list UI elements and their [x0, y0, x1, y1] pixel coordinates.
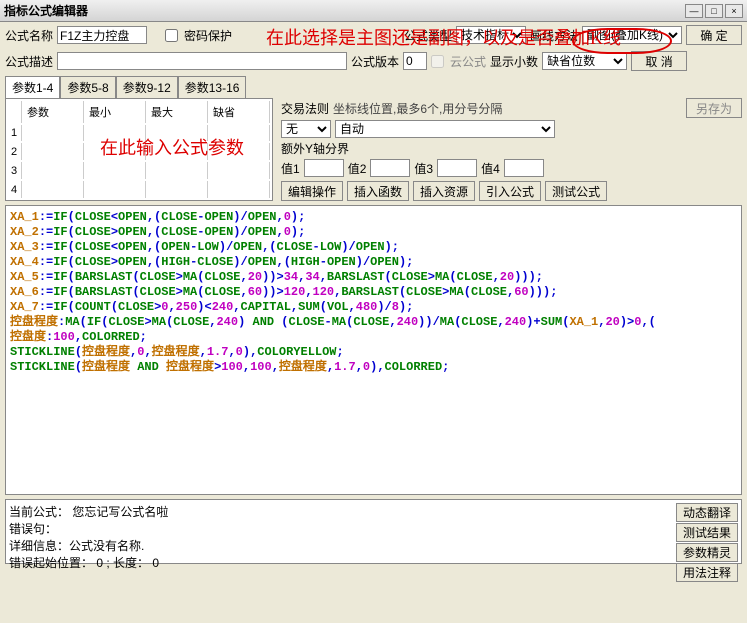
code-editor[interactable]: XA_1:=IF(CLOSE<OPEN,(CLOSE-OPEN)/OPEN,0)…	[5, 205, 742, 495]
param-header-row: 参数 最小 最大 缺省	[8, 101, 270, 123]
tab-params-9-12[interactable]: 参数9-12	[116, 76, 178, 98]
cloud-label: 云公式	[450, 53, 486, 70]
mode-label: 画线方法	[530, 27, 578, 44]
status-buttons: 动态翻译 测试结果 参数精灵 用法注释	[676, 503, 738, 560]
insert-res-button[interactable]: 插入资源	[413, 181, 475, 201]
cancel-button[interactable]: 取 消	[631, 51, 687, 71]
v4-input[interactable]	[504, 159, 544, 177]
coord2-select[interactable]: 自动	[335, 120, 555, 138]
ok-button[interactable]: 确 定	[686, 25, 742, 45]
v1-input[interactable]	[304, 159, 344, 177]
v4-label: 值4	[481, 160, 500, 177]
test-formula-button[interactable]: 测试公式	[545, 181, 607, 201]
param-table: 参数 最小 最大 缺省 1 2 3 4	[5, 98, 273, 201]
pwd-label: 密码保护	[184, 27, 232, 44]
hdr-default: 缺省	[210, 101, 270, 123]
param-row[interactable]: 2	[8, 143, 270, 160]
dec-label: 显示小数	[490, 53, 538, 70]
rule-hint: 坐标线位置,最多6个,用分号分隔	[333, 100, 502, 117]
maximize-icon[interactable]: □	[705, 4, 723, 18]
v2-label: 值2	[348, 160, 367, 177]
dyn-translate-button[interactable]: 动态翻译	[676, 503, 738, 522]
ver-label: 公式版本	[351, 53, 399, 70]
status-line: 详细信息：公式没有名称.	[9, 537, 676, 554]
desc-label: 公式描述	[5, 53, 53, 70]
tab-params-1-4[interactable]: 参数1-4	[5, 76, 60, 98]
param-row[interactable]: 3	[8, 162, 270, 179]
import-formula-button[interactable]: 引入公式	[479, 181, 541, 201]
param-row[interactable]: 4	[8, 181, 270, 198]
minimize-icon[interactable]: —	[685, 4, 703, 18]
type-select[interactable]: 技术指标	[456, 26, 526, 44]
v1-label: 值1	[281, 160, 300, 177]
status-line: 错误句：	[9, 520, 676, 537]
dec-select[interactable]: 缺省位数	[542, 52, 627, 70]
saveas-button[interactable]: 另存为	[686, 98, 742, 118]
tab-params-5-8[interactable]: 参数5-8	[60, 76, 115, 98]
v3-label: 值3	[414, 160, 433, 177]
coord1-select[interactable]: 无	[281, 120, 331, 138]
status-messages: 当前公式： 您忘记写公式名啦 错误句： 详细信息：公式没有名称. 错误起始位置：…	[9, 503, 676, 560]
titlebar: 指标公式编辑器 — □ ×	[0, 0, 747, 22]
right-pane: 交易法则 坐标线位置,最多6个,用分号分隔 另存为 无 自动 额外Y轴分界 值1…	[281, 98, 742, 201]
close-icon[interactable]: ×	[725, 4, 743, 18]
row-name: 公式名称 密码保护 公式类型 技术指标 画线方法 副图(叠加K线) 确 定	[0, 22, 747, 48]
mode-select[interactable]: 副图(叠加K线)	[582, 26, 682, 44]
insert-func-button[interactable]: 插入函数	[347, 181, 409, 201]
desc-input[interactable]	[57, 52, 347, 70]
name-input[interactable]	[57, 26, 147, 44]
name-label: 公式名称	[5, 27, 53, 44]
v3-input[interactable]	[437, 159, 477, 177]
test-result-button[interactable]: 测试结果	[676, 523, 738, 542]
param-row[interactable]: 1	[8, 125, 270, 142]
rule-label: 交易法则	[281, 100, 329, 117]
edit-ops-button[interactable]: 编辑操作	[281, 181, 343, 201]
cloud-checkbox	[431, 55, 444, 68]
type-label: 公式类型	[404, 27, 452, 44]
param-wizard-button[interactable]: 参数精灵	[676, 543, 738, 562]
status-line: 错误起始位置： 0 ; 长度： 0	[9, 554, 676, 571]
window-buttons: — □ ×	[685, 4, 743, 18]
param-zone: 在此输入公式参数 参数 最小 最大 缺省 1 2 3 4 交易法则 坐标线位置,…	[5, 98, 742, 201]
param-tabs: 参数1-4 参数5-8 参数9-12 参数13-16	[5, 76, 742, 98]
status-bar: 当前公式： 您忘记写公式名啦 错误句： 详细信息：公式没有名称. 错误起始位置：…	[5, 499, 742, 564]
tab-params-13-16[interactable]: 参数13-16	[178, 76, 247, 98]
hdr-param: 参数	[24, 101, 84, 123]
pwd-checkbox[interactable]	[165, 29, 178, 42]
hdr-min: 最小	[86, 101, 146, 123]
status-line: 当前公式： 您忘记写公式名啦	[9, 503, 676, 520]
hdr-max: 最大	[148, 101, 208, 123]
v2-input[interactable]	[370, 159, 410, 177]
extray-label: 额外Y轴分界	[281, 140, 349, 157]
usage-notes-button[interactable]: 用法注释	[676, 563, 738, 582]
row-desc: 公式描述 公式版本 云公式 显示小数 缺省位数 取 消	[0, 48, 747, 74]
ver-input[interactable]	[403, 52, 427, 70]
window-title: 指标公式编辑器	[4, 2, 685, 19]
